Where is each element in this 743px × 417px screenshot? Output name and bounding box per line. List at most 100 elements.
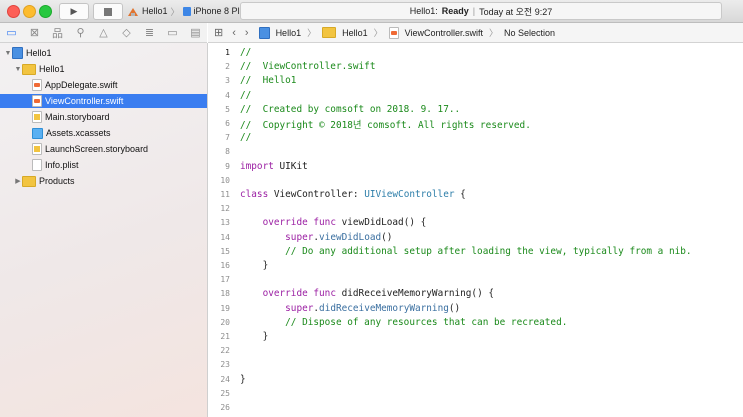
line-number: 4 <box>225 90 230 100</box>
code-line[interactable]: 1 // <box>208 46 743 59</box>
code-text: } <box>240 331 269 342</box>
line-number: 11 <box>220 190 230 199</box>
code-text: } <box>240 260 269 271</box>
line-number: 17 <box>220 275 230 285</box>
code-line[interactable]: 22 <box>208 344 743 357</box>
code-token: { <box>454 189 466 200</box>
jump-bar: ⊞ ‹ › Hello1 〉 Hello1 〉 ViewController.s… <box>208 23 743 43</box>
code-line[interactable]: 16 } <box>208 259 743 272</box>
device-icon <box>182 6 191 16</box>
code-text: override func viewDidLoad() { <box>240 217 427 228</box>
code-line[interactable]: 7 // <box>208 131 743 144</box>
line-number: 20 <box>220 317 230 327</box>
navigator-item[interactable]: ▶ Products <box>0 174 207 188</box>
status-project: Hello1: <box>409 6 438 16</box>
line-number: 1 <box>225 48 230 57</box>
storyboard-icon <box>32 111 42 123</box>
navigator-item[interactable]: Main.storyboard <box>0 110 207 124</box>
source-editor[interactable]: 1 // 2 // ViewController.swift 3 // Hello1 4 //… <box>208 43 743 417</box>
code-line[interactable]: 3 // Hello1 <box>208 74 743 87</box>
code-token: ViewController: <box>268 189 365 200</box>
breakpoint-navigator-icon[interactable]: ▭ <box>161 26 184 39</box>
breadcrumb-file-label: ViewController.swift <box>404 27 483 38</box>
run-button[interactable]: ▶ <box>59 3 89 20</box>
disclosure-triangle-icon[interactable]: ▼ <box>4 50 12 57</box>
symbol-navigator-icon[interactable]: 品 <box>46 25 69 41</box>
code-text: // ViewController.swift <box>240 61 375 72</box>
code-line[interactable]: 2 // ViewController.swift <box>208 60 743 73</box>
code-token: // Dispose of any resources that can be … <box>285 316 568 328</box>
hammer-icon <box>128 7 138 16</box>
source-control-icon[interactable]: ⊠ <box>23 26 46 39</box>
issue-navigator-warning-icon[interactable]: △ <box>92 26 115 39</box>
code-line[interactable]: 11 class ViewController: UIViewController… <box>208 188 743 201</box>
code-text: } <box>240 374 246 385</box>
status-separator: | <box>472 6 476 16</box>
close-window-button[interactable] <box>7 5 20 18</box>
code-line[interactable]: 24} <box>208 373 743 386</box>
code-token: super <box>285 302 314 314</box>
storyboard-icon <box>32 143 42 155</box>
breadcrumb-group-label: Hello1 <box>342 27 368 38</box>
code-line[interactable]: 17 <box>208 273 743 286</box>
breadcrumb-selection[interactable]: No Selection <box>504 28 555 38</box>
code-token: // Do any additional setup after loading… <box>285 245 692 257</box>
code-line[interactable]: 12 <box>208 202 743 215</box>
breadcrumb-group[interactable]: Hello1 <box>322 27 368 38</box>
debug-navigator-icon[interactable]: ≣ <box>138 26 161 39</box>
navigator-item[interactable]: ▼ Hello1 <box>0 62 207 76</box>
code-token: // ViewController.swift <box>240 61 376 73</box>
line-number: 5 <box>225 104 230 114</box>
navigator-item[interactable]: ViewController.swift <box>0 94 207 108</box>
navigator-item[interactable]: Assets.xcassets <box>0 126 207 140</box>
stop-button[interactable] <box>93 3 123 20</box>
project-icon <box>12 47 23 59</box>
navigator-item[interactable]: ▼ Hello1 <box>0 46 207 60</box>
code-line[interactable]: 23 <box>208 358 743 371</box>
minimize-window-button[interactable] <box>23 5 36 18</box>
code-token: UIViewController <box>364 189 455 200</box>
navigator-item[interactable]: Info.plist <box>0 158 207 172</box>
back-chevron-icon[interactable]: ‹ <box>232 27 236 39</box>
disclosure-triangle-icon[interactable]: ▼ <box>14 66 22 73</box>
project-icon <box>258 26 270 39</box>
code-token: () <box>381 231 393 243</box>
code-line[interactable]: 26 <box>208 401 743 414</box>
code-line[interactable]: 4 // <box>208 89 743 102</box>
line-number: 25 <box>220 388 230 398</box>
code-line[interactable]: 6 // Copyright © 2018년 comsoft. All right… <box>208 117 743 131</box>
chevron-right-icon: 〉 <box>307 28 317 38</box>
code-token: } <box>240 331 269 342</box>
line-number: 21 <box>220 332 230 341</box>
report-navigator-icon[interactable]: ▤ <box>184 26 207 39</box>
forward-chevron-icon[interactable]: › <box>245 27 249 39</box>
find-navigator-search-icon[interactable]: ⚲ <box>69 26 92 39</box>
code-line[interactable]: 13 override func viewDidLoad() { <box>208 216 743 229</box>
zoom-window-button[interactable] <box>39 5 52 18</box>
line-number: 10 <box>220 175 230 185</box>
code-line[interactable]: 21 } <box>208 330 743 343</box>
code-text: super.didReceiveMemoryWarning() <box>240 303 460 314</box>
scheme-selector[interactable]: Hello1 〉 iPhone 8 Plus <box>127 4 249 18</box>
disclosure-triangle-icon[interactable]: ▶ <box>14 177 22 185</box>
project-navigator: ▼ Hello1 ▼ Hello1 AppDelegate.swift ViewContr… <box>0 43 208 417</box>
project-navigator-folder-icon[interactable]: ▭ <box>0 26 23 39</box>
code-line[interactable]: 18 override func didReceiveMemoryWarning… <box>208 287 743 300</box>
breadcrumb-project[interactable]: Hello1 <box>258 26 301 39</box>
code-line[interactable]: 8 <box>208 145 743 158</box>
scheme-project-label: Hello1 <box>142 6 168 16</box>
related-items-grid-icon[interactable]: ⊞ <box>214 26 223 39</box>
code-line[interactable]: 19 super.didReceiveMemoryWarning() <box>208 302 743 315</box>
breadcrumb-file[interactable]: ViewController.swift <box>388 26 483 39</box>
navigator-item[interactable]: LaunchScreen.storyboard <box>0 142 207 156</box>
code-line[interactable]: 9 import UIKit <box>208 160 743 173</box>
code-line[interactable]: 10 <box>208 174 743 187</box>
code-line[interactable]: 20 // Dispose of any resources that can … <box>208 316 743 329</box>
code-line[interactable]: 14 super.viewDidLoad() <box>208 231 743 244</box>
navigator-item[interactable]: AppDelegate.swift <box>0 78 207 92</box>
code-line[interactable]: 25 <box>208 387 743 400</box>
code-line[interactable]: 15 // Do any additional setup after load… <box>208 245 743 258</box>
code-line[interactable]: 5 // Created by comsoft on 2018. 9. 17.. <box>208 103 743 116</box>
test-navigator-diamond-icon[interactable]: ◇ <box>115 26 138 39</box>
